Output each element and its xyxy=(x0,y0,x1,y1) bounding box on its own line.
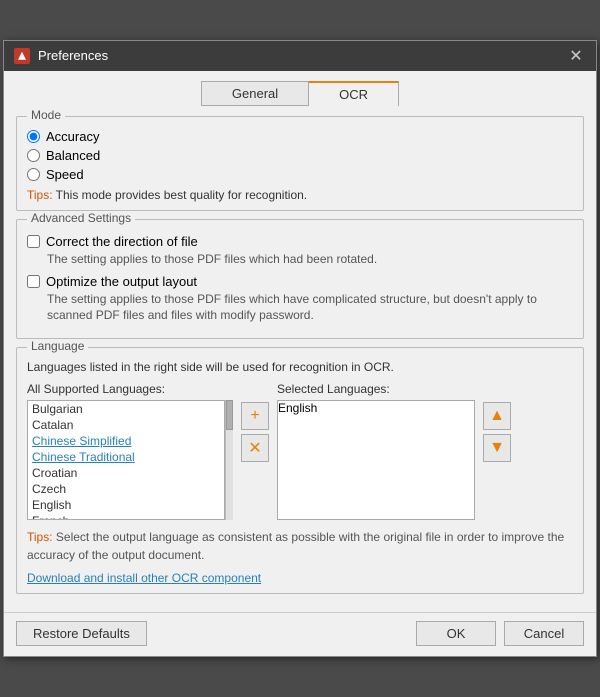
mode-radio-group: Accuracy Balanced Speed xyxy=(27,129,573,182)
all-languages-col: All Supported Languages: Bulgarian Catal… xyxy=(27,382,233,520)
all-languages-label: All Supported Languages: xyxy=(27,382,233,396)
language-tip-label: Tips: xyxy=(27,530,53,544)
optimize-layout-checkbox[interactable] xyxy=(27,275,40,288)
preferences-dialog: Preferences ✕ General OCR Mode Accuracy … xyxy=(3,40,597,657)
language-tips: Tips: Select the output language as cons… xyxy=(27,528,573,564)
selected-languages-listbox[interactable]: English xyxy=(277,400,475,520)
tab-general[interactable]: General xyxy=(201,81,308,106)
mode-tip-text: This mode provides best quality for reco… xyxy=(53,188,308,202)
language-columns: All Supported Languages: Bulgarian Catal… xyxy=(27,382,573,520)
tab-bar: General OCR xyxy=(16,81,584,106)
correct-direction-item[interactable]: Correct the direction of file xyxy=(27,234,573,249)
list-item[interactable]: Catalan xyxy=(28,417,224,433)
all-languages-scrollbar[interactable] xyxy=(225,400,233,520)
list-item[interactable]: English xyxy=(28,497,224,513)
cancel-button[interactable]: Cancel xyxy=(504,621,584,646)
up-down-buttons: ▲ ▼ xyxy=(483,402,511,462)
mode-tip: Tips: This mode provides best quality fo… xyxy=(27,188,573,202)
advanced-section-label: Advanced Settings xyxy=(27,211,135,225)
list-item[interactable]: Chinese Traditional xyxy=(28,449,224,465)
correct-direction-label: Correct the direction of file xyxy=(46,234,198,249)
mode-accuracy-label: Accuracy xyxy=(46,129,99,144)
move-up-button[interactable]: ▲ xyxy=(483,402,511,430)
advanced-items: Correct the direction of file The settin… xyxy=(27,234,573,324)
titlebar-left: Preferences xyxy=(14,48,108,64)
selected-languages-wrapper: English xyxy=(277,400,475,520)
list-item[interactable]: Czech xyxy=(28,481,224,497)
scrollbar-thumb[interactable] xyxy=(226,400,233,430)
selected-list-item[interactable]: English xyxy=(278,401,474,415)
correct-direction-checkbox[interactable] xyxy=(27,235,40,248)
list-item[interactable]: Chinese Simplified xyxy=(28,433,224,449)
close-button[interactable]: ✕ xyxy=(566,46,586,66)
mode-speed-radio[interactable] xyxy=(27,168,40,181)
all-languages-listbox-wrapper: Bulgarian Catalan Chinese Simplified Chi… xyxy=(27,400,233,520)
mode-balanced[interactable]: Balanced xyxy=(27,148,573,163)
main-content: General OCR Mode Accuracy Balanced Speed xyxy=(4,71,596,612)
mode-accuracy[interactable]: Accuracy xyxy=(27,129,573,144)
remove-language-button[interactable]: ✕ xyxy=(241,434,269,462)
language-tip-text: Select the output language as consistent… xyxy=(27,530,564,562)
mode-balanced-radio[interactable] xyxy=(27,149,40,162)
optimize-layout-label: Optimize the output layout xyxy=(46,274,197,289)
titlebar: Preferences ✕ xyxy=(4,41,596,71)
install-ocr-link[interactable]: Download and install other OCR component xyxy=(27,571,261,585)
mode-speed[interactable]: Speed xyxy=(27,167,573,182)
selected-languages-label: Selected Languages: xyxy=(277,382,475,396)
add-language-button[interactable]: + xyxy=(241,402,269,430)
language-desc: Languages listed in the right side will … xyxy=(27,360,573,374)
dialog-title: Preferences xyxy=(38,48,108,63)
mode-speed-label: Speed xyxy=(46,167,84,182)
list-item[interactable]: French xyxy=(28,513,224,520)
selected-languages-col: Selected Languages: English xyxy=(277,382,475,520)
all-languages-listbox[interactable]: Bulgarian Catalan Chinese Simplified Chi… xyxy=(27,400,225,520)
add-remove-buttons: + ✕ xyxy=(241,402,269,462)
mode-balanced-label: Balanced xyxy=(46,148,100,163)
advanced-section: Advanced Settings Correct the direction … xyxy=(16,219,584,339)
footer: Restore Defaults OK Cancel xyxy=(4,612,596,656)
app-icon xyxy=(14,48,30,64)
correct-direction-desc: The setting applies to those PDF files w… xyxy=(47,251,573,268)
move-down-button[interactable]: ▼ xyxy=(483,434,511,462)
tab-ocr[interactable]: OCR xyxy=(308,81,399,106)
language-section: Language Languages listed in the right s… xyxy=(16,347,584,594)
mode-section-label: Mode xyxy=(27,108,65,122)
list-item[interactable]: Bulgarian xyxy=(28,401,224,417)
restore-defaults-button[interactable]: Restore Defaults xyxy=(16,621,147,646)
ok-button[interactable]: OK xyxy=(416,621,496,646)
optimize-layout-desc: The setting applies to those PDF files w… xyxy=(47,291,573,325)
mode-accuracy-radio[interactable] xyxy=(27,130,40,143)
mode-tip-label: Tips: xyxy=(27,188,53,202)
list-item[interactable]: Croatian xyxy=(28,465,224,481)
optimize-layout-item[interactable]: Optimize the output layout xyxy=(27,274,573,289)
mode-section: Mode Accuracy Balanced Speed Tips: This … xyxy=(16,116,584,211)
footer-right-buttons: OK Cancel xyxy=(416,621,584,646)
language-section-label: Language xyxy=(27,339,88,353)
